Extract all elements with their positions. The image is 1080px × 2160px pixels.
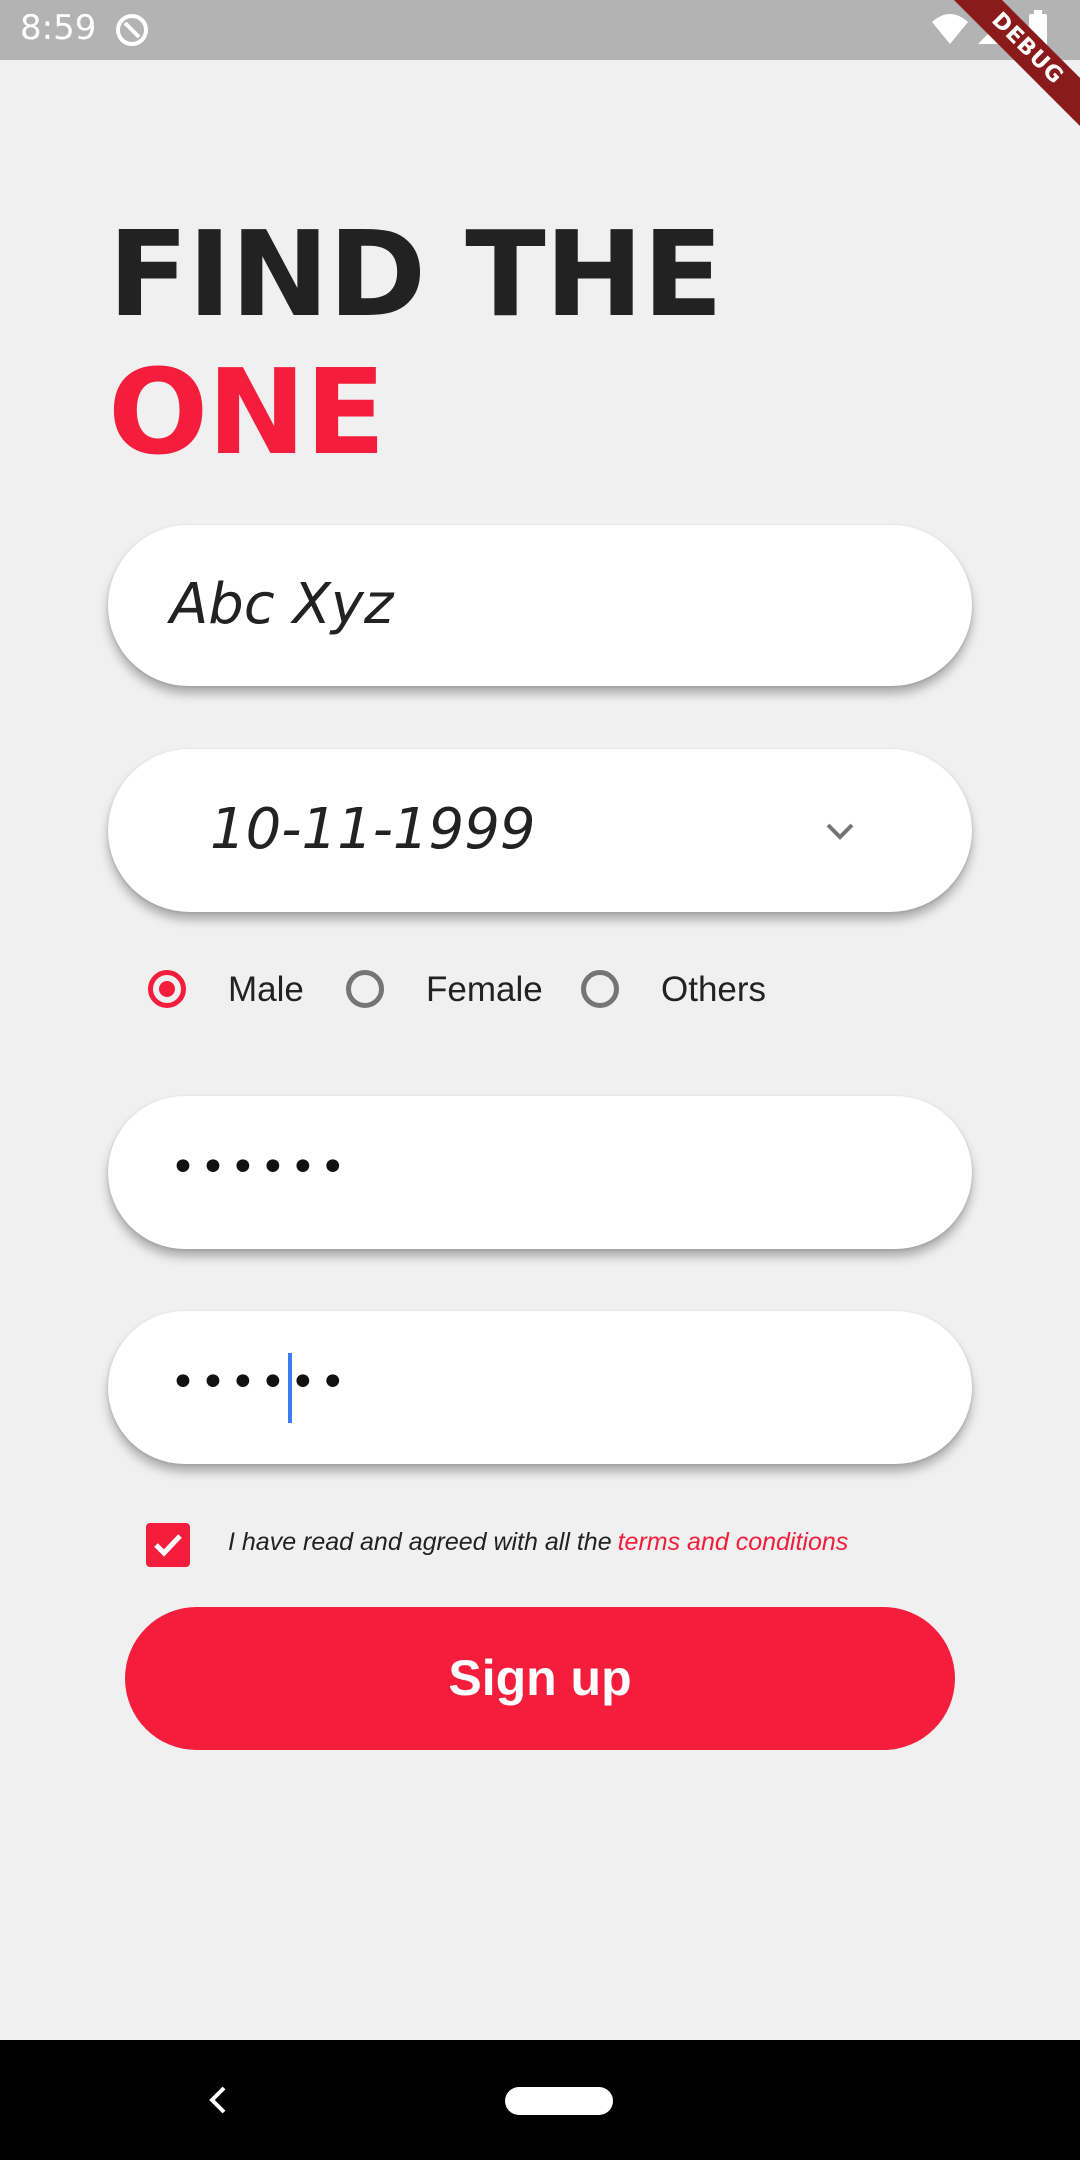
- terms-link[interactable]: terms and conditions: [618, 1528, 849, 1556]
- signup-button[interactable]: Sign up: [125, 1607, 955, 1750]
- page-title: FIND THE ONE: [108, 205, 723, 481]
- password-field[interactable]: ••••••: [108, 1096, 972, 1249]
- home-pill-icon[interactable]: [505, 2087, 613, 2115]
- title-line-2: ONE: [108, 343, 386, 481]
- confirm-password-field[interactable]: ••••••: [108, 1311, 972, 1464]
- name-field[interactable]: Abc Xyz: [108, 525, 972, 686]
- terms-text: I have read and agreed with all the: [228, 1528, 612, 1556]
- back-icon[interactable]: [204, 2082, 232, 2118]
- radio-male[interactable]: [148, 970, 186, 1008]
- password-mask: ••••••: [170, 1142, 350, 1193]
- radio-label-male[interactable]: Male: [228, 970, 304, 1010]
- radio-label-female[interactable]: Female: [426, 970, 543, 1010]
- wifi-icon: [932, 14, 968, 44]
- navigation-bar: [0, 2040, 1080, 2160]
- status-bar: 8:59: [0, 0, 1080, 60]
- radio-label-others[interactable]: Others: [661, 970, 766, 1010]
- name-value: Abc Xyz: [170, 572, 394, 637]
- text-caret: [288, 1353, 292, 1423]
- terms-checkbox[interactable]: [146, 1523, 190, 1567]
- gender-radio-group: Male Female Others: [0, 960, 1080, 1030]
- radio-female[interactable]: [346, 970, 384, 1008]
- check-icon: [154, 1534, 182, 1557]
- title-line-1: FIND THE: [108, 205, 723, 343]
- chevron-down-icon[interactable]: [820, 811, 860, 851]
- status-time: 8:59: [20, 8, 97, 48]
- confirm-password-mask: ••••••: [170, 1357, 350, 1408]
- app-notification-icon: [114, 12, 150, 48]
- dob-value: 10-11-1999: [210, 797, 536, 862]
- dob-dropdown[interactable]: 10-11-1999: [108, 749, 972, 912]
- terms-text-row: I have read and agreed with all the terms…: [228, 1528, 848, 1557]
- radio-others[interactable]: [581, 970, 619, 1008]
